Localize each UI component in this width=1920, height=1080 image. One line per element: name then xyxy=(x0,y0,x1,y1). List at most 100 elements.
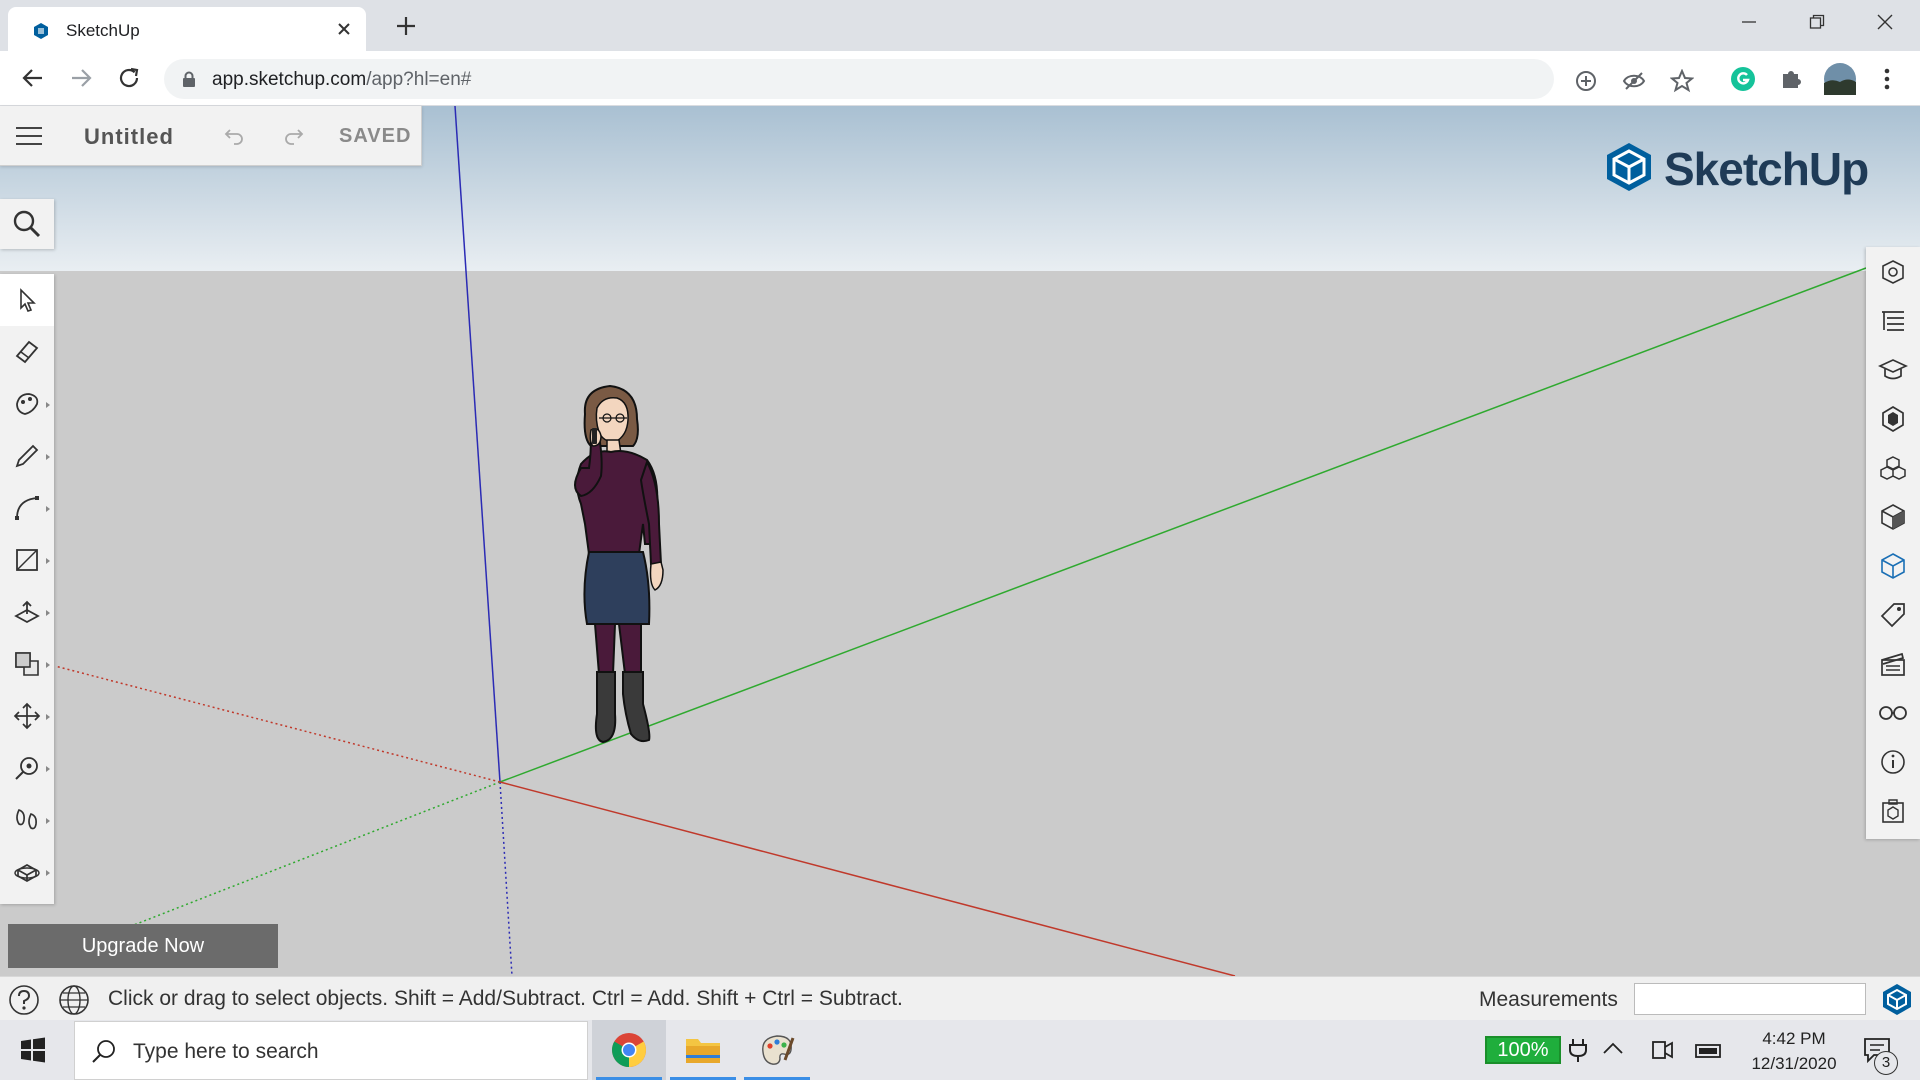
model-info-panel-button[interactable] xyxy=(1866,737,1920,786)
styles-panel-button[interactable] xyxy=(1866,492,1920,541)
orbit-tool[interactable] xyxy=(0,846,54,898)
sketchup-favicon-icon xyxy=(32,22,50,40)
meet-now-icon[interactable] xyxy=(1650,1037,1674,1063)
select-tool[interactable] xyxy=(0,274,54,326)
browser-tab[interactable]: SketchUp xyxy=(8,7,366,51)
install-app-icon[interactable] xyxy=(1574,69,1598,93)
forward-icon[interactable] xyxy=(66,63,96,93)
red-axis-hidden xyxy=(54,665,501,783)
chevron-up-icon[interactable] xyxy=(1602,1040,1624,1056)
blue-axis xyxy=(454,106,501,783)
walk-icon xyxy=(13,806,41,834)
windows-taskbar: Type here to search 100% 4:42 PM 12/31/2… xyxy=(0,1020,1920,1080)
scenes-icon xyxy=(1879,552,1907,580)
sketchup-status-icon[interactable] xyxy=(1880,982,1914,1016)
offset-tool[interactable] xyxy=(0,638,54,690)
restore-icon[interactable] xyxy=(1790,0,1844,44)
instructor-panel-button[interactable] xyxy=(1866,345,1920,394)
browser-menu-icon[interactable] xyxy=(1874,66,1900,92)
offset-icon xyxy=(13,650,41,678)
measurements-input[interactable] xyxy=(1634,983,1866,1015)
solid-inspector-icon xyxy=(1879,797,1907,825)
paint-palette-icon xyxy=(759,1032,795,1068)
globe-icon[interactable] xyxy=(58,984,90,1016)
tags-panel-button[interactable] xyxy=(1866,590,1920,639)
status-bar: Click or drag to select objects. Shift =… xyxy=(0,976,1920,1020)
close-tab-icon[interactable] xyxy=(334,19,354,39)
glasses-icon xyxy=(1878,703,1908,723)
taskbar-chrome[interactable] xyxy=(592,1020,666,1080)
push-pull-tool[interactable] xyxy=(0,586,54,638)
network-icon[interactable] xyxy=(1694,1039,1722,1061)
arc-tool[interactable] xyxy=(0,482,54,534)
blue-axis-hidden xyxy=(499,781,513,976)
bookmark-star-icon[interactable] xyxy=(1670,69,1694,93)
scenes-clapper-panel-button[interactable] xyxy=(1866,639,1920,688)
scale-figure-person[interactable] xyxy=(555,384,705,744)
notification-count-badge: 3 xyxy=(1874,1051,1898,1075)
document-title[interactable]: Untitled xyxy=(84,124,174,150)
materials-panel-button[interactable] xyxy=(1866,394,1920,443)
windows-start-icon[interactable] xyxy=(20,1037,46,1063)
extensions-puzzle-icon[interactable] xyxy=(1778,66,1804,92)
arc-icon xyxy=(13,494,41,522)
omnibox[interactable]: app.sketchup.com/app?hl=en# xyxy=(164,59,1554,99)
url-text[interactable]: app.sketchup.com/app?hl=en# xyxy=(212,69,471,91)
tracking-blocked-icon[interactable] xyxy=(1622,69,1646,93)
right-panel-toolbar xyxy=(1866,247,1920,839)
components-icon xyxy=(1879,454,1907,482)
back-icon[interactable] xyxy=(18,63,48,93)
axes xyxy=(54,106,1867,976)
taskbar-search-placeholder: Type here to search xyxy=(133,1040,319,1063)
outliner-icon xyxy=(1879,307,1907,335)
sketchup-logo-icon xyxy=(1604,141,1654,193)
display-panel-button[interactable] xyxy=(1866,688,1920,737)
clapperboard-icon xyxy=(1879,650,1907,678)
pencil-icon xyxy=(13,442,41,470)
rectangle-tool[interactable] xyxy=(0,534,54,586)
rectangle-icon xyxy=(13,546,41,574)
redo-icon[interactable] xyxy=(282,124,306,148)
minimize-icon[interactable] xyxy=(1722,0,1776,44)
tab-title: SketchUp xyxy=(66,21,140,40)
search-icon xyxy=(91,1039,117,1065)
taskbar-paint[interactable] xyxy=(740,1020,814,1080)
help-icon[interactable] xyxy=(8,984,40,1016)
status-message: Click or drag to select objects. Shift =… xyxy=(108,987,903,1010)
clock-date: 12/31/2020 xyxy=(1751,1054,1837,1073)
taskbar-clock[interactable]: 4:42 PM 12/31/2020 xyxy=(1734,1026,1854,1076)
browser-tab-bar: SketchUp xyxy=(0,0,1920,51)
info-icon xyxy=(1879,748,1907,776)
hamburger-menu-icon[interactable] xyxy=(14,124,44,148)
paint-bucket-tool[interactable] xyxy=(0,378,54,430)
upgrade-now-button[interactable]: Upgrade Now xyxy=(8,924,278,968)
grammarly-extension-icon[interactable] xyxy=(1730,66,1756,92)
scenes-panel-button[interactable] xyxy=(1866,541,1920,590)
close-window-icon[interactable] xyxy=(1858,0,1912,44)
undo-icon[interactable] xyxy=(222,124,246,148)
eraser-tool[interactable] xyxy=(0,326,54,378)
taskbar-file-explorer[interactable] xyxy=(666,1020,740,1080)
new-tab-icon[interactable] xyxy=(392,12,420,40)
entity-info-panel-button[interactable] xyxy=(1866,247,1920,296)
styles-icon xyxy=(1879,503,1907,531)
battery-percentage[interactable]: 100% xyxy=(1485,1036,1561,1064)
components-panel-button[interactable] xyxy=(1866,443,1920,492)
pencil-tool[interactable] xyxy=(0,430,54,482)
move-tool[interactable] xyxy=(0,690,54,742)
reload-icon[interactable] xyxy=(114,63,144,93)
search-tool-button[interactable] xyxy=(0,199,54,249)
outliner-panel-button[interactable] xyxy=(1866,296,1920,345)
taskbar-search-box[interactable]: Type here to search xyxy=(74,1021,588,1080)
tape-measure-tool[interactable] xyxy=(0,742,54,794)
lock-icon[interactable] xyxy=(182,71,196,88)
power-plug-icon[interactable] xyxy=(1568,1038,1588,1062)
model-viewport[interactable] xyxy=(0,106,1920,976)
walk-tool[interactable] xyxy=(0,794,54,846)
instructor-icon xyxy=(1878,356,1908,384)
eraser-icon xyxy=(13,338,41,366)
profile-avatar[interactable] xyxy=(1824,63,1856,95)
solid-inspector-panel-button[interactable] xyxy=(1866,786,1920,835)
folder-icon xyxy=(685,1035,721,1065)
select-icon xyxy=(14,287,40,313)
